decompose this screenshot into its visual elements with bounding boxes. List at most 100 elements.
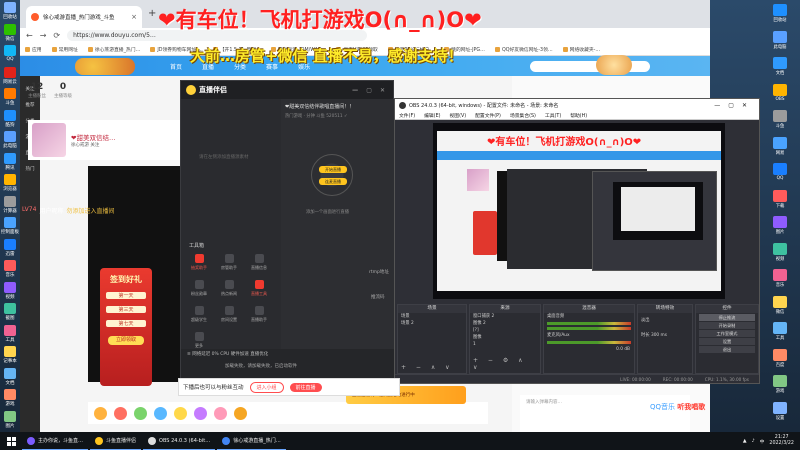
- desktop-icon[interactable]: 设置: [763, 401, 797, 421]
- obs-menu-item[interactable]: 工具(T): [545, 112, 561, 119]
- obs-menu-item[interactable]: 帮助(H): [570, 112, 587, 119]
- desktop-icon[interactable]: 计算器: [0, 195, 20, 218]
- tool-item[interactable]: 直播助手: [249, 306, 269, 328]
- desktop-icon[interactable]: 回收站: [763, 4, 797, 23]
- network-icon[interactable]: ▲: [743, 439, 747, 444]
- obs-menu-item[interactable]: 文件(F): [399, 112, 415, 119]
- source-item[interactable]: 1: [470, 341, 540, 348]
- browser-tab[interactable]: 徐心戒游直播_热门游戏_斗鱼 ×: [26, 6, 142, 28]
- desktop-icon[interactable]: OBS: [763, 83, 797, 102]
- desktop-icon[interactable]: 工具: [0, 324, 20, 347]
- start-live-button[interactable]: 开始直播: [319, 166, 347, 173]
- reload-icon[interactable]: ⟳: [53, 31, 60, 40]
- desktop-icon[interactable]: 视频: [0, 281, 20, 304]
- desktop-icon[interactable]: 控制面板: [0, 217, 20, 239]
- rtmp-label[interactable]: rtmp地址: [369, 269, 389, 275]
- checkin-promo[interactable]: 签到好礼 第一天 第三天 第七天 立即领取: [100, 268, 152, 386]
- desktop-icon[interactable]: 网易: [763, 136, 797, 156]
- new-tab-button[interactable]: +: [148, 8, 156, 19]
- desktop-icon[interactable]: 音乐: [0, 260, 20, 282]
- desktop-icon[interactable]: 游戏: [0, 389, 20, 411]
- forward-icon[interactable]: →: [40, 31, 47, 40]
- desktop-icon[interactable]: 回收站: [0, 2, 20, 24]
- taskbar-item[interactable]: 斗鱼直播伴侣: [90, 432, 142, 450]
- bookmark-item[interactable]: 应用: [25, 46, 42, 53]
- volume-icon[interactable]: ♪: [752, 439, 755, 444]
- scene-item[interactable]: 场景: [398, 313, 466, 320]
- desktop-icon[interactable]: 酷狗: [0, 109, 20, 132]
- desktop-icon[interactable]: 游戏: [763, 375, 797, 394]
- bookmark-item[interactable]: 网络收藏夹-…: [562, 46, 600, 53]
- tool-item[interactable]: 房间设置: [219, 306, 239, 328]
- window-controls[interactable]: — ▢ ✕: [352, 87, 388, 94]
- scene-buttons[interactable]: + − ∧ ∨: [401, 364, 454, 371]
- transition-type-select[interactable]: 淡出: [638, 317, 692, 324]
- obs-preview[interactable]: ❤有车位！飞机打游戏O(∩_∩)O❤: [433, 123, 725, 299]
- tool-item[interactable]: 房管助手: [219, 254, 239, 276]
- link-live-button[interactable]: 连麦直播: [319, 178, 347, 185]
- source-buttons[interactable]: + − ⚙ ∧ ∨: [473, 357, 540, 371]
- desktop-icon[interactable]: 斗鱼: [763, 110, 797, 129]
- go-live-button[interactable]: 前往直播: [289, 382, 322, 392]
- desktop-icon[interactable]: 百度: [763, 348, 797, 368]
- obs-menu-item[interactable]: 场景集合(S): [510, 112, 536, 119]
- tool-item[interactable]: 直播信息: [249, 254, 269, 276]
- site-logo[interactable]: [75, 58, 135, 75]
- taskbar-item[interactable]: 主办你说，斗鱼直…: [22, 432, 89, 450]
- stop-streaming-button[interactable]: 停止推流: [699, 314, 755, 321]
- desktop-icon[interactable]: 音乐: [763, 269, 797, 288]
- exit-button[interactable]: 退出: [699, 346, 755, 353]
- desktop-icon[interactable]: 浏览器: [0, 174, 20, 196]
- desktop-icon[interactable]: 网易云: [0, 66, 20, 89]
- desktop-icon[interactable]: 此电脑: [763, 30, 797, 50]
- site-search-input[interactable]: [530, 60, 651, 72]
- desktop-icon[interactable]: 迅雷: [0, 238, 20, 261]
- gift-icon[interactable]: [174, 406, 187, 420]
- site-sidebar-item[interactable]: 热门: [20, 166, 40, 172]
- tab-close-icon[interactable]: ×: [131, 13, 137, 21]
- desktop-icon[interactable]: 视频: [763, 242, 797, 262]
- desktop-icon[interactable]: 微信: [0, 23, 20, 46]
- site-nav-item[interactable]: 首页: [170, 62, 182, 71]
- gift-icon[interactable]: [114, 406, 127, 420]
- scene-item[interactable]: 场景 2: [398, 320, 466, 327]
- gift-icon[interactable]: [134, 406, 147, 420]
- desktop-icon[interactable]: 文档: [0, 367, 20, 390]
- gift-icon[interactable]: [194, 406, 207, 420]
- tool-item[interactable]: 直播工具: [249, 280, 269, 302]
- streamer-avatar[interactable]: [32, 123, 66, 157]
- transition-duration-input[interactable]: 300 ms: [651, 333, 667, 338]
- source-item[interactable]: 图像 2: [470, 320, 540, 327]
- ime-indicator[interactable]: 中: [760, 438, 765, 445]
- desktop-icon[interactable]: 下载: [763, 189, 797, 209]
- desktop-icon[interactable]: 微信: [763, 295, 797, 315]
- desktop-icon[interactable]: 文档: [763, 57, 797, 76]
- gift-badge-icon[interactable]: [596, 55, 632, 75]
- tool-item[interactable]: 超级学生: [189, 306, 209, 328]
- desktop-icon[interactable]: 腾讯: [0, 152, 20, 175]
- promo-claim-button[interactable]: 立即领取: [108, 336, 144, 345]
- back-icon[interactable]: ←: [26, 31, 33, 40]
- tool-item[interactable]: 粉丝勋章: [189, 280, 209, 302]
- gift-icon[interactable]: [234, 406, 247, 420]
- gift-icon[interactable]: [154, 406, 167, 420]
- gift-icon[interactable]: [94, 406, 107, 420]
- desktop-icon[interactable]: 图片: [763, 216, 797, 235]
- source-item[interactable]: 图像: [470, 334, 540, 341]
- source-item[interactable]: 窗口捕获 2: [470, 313, 540, 320]
- studio-mode-button[interactable]: 工作室模式: [699, 330, 755, 337]
- site-sidebar-item[interactable]: 推荐: [20, 102, 40, 108]
- start-recording-button[interactable]: 开始录制: [699, 322, 755, 329]
- push-code-label[interactable]: 推流码: [371, 294, 385, 300]
- clock[interactable]: 21:27 2022/3/22: [769, 435, 794, 447]
- desktop-icon[interactable]: 图片: [0, 410, 20, 433]
- taskbar-item[interactable]: OBS 24.0.3 (64-bit…: [143, 432, 216, 450]
- desktop-icon[interactable]: QQ: [0, 45, 20, 67]
- bookmark-item[interactable]: 徐心蒸游直播_热门…: [87, 46, 140, 53]
- desktop-icon[interactable]: 斗鱼: [0, 88, 20, 110]
- desktop-icon[interactable]: QQ: [763, 163, 797, 181]
- obs-window-controls[interactable]: —▢✕: [714, 102, 755, 109]
- join-group-button[interactable]: 进入小组: [249, 381, 284, 393]
- desktop-icon[interactable]: 工具: [763, 322, 797, 341]
- tool-item[interactable]: 热点新闻: [219, 280, 239, 302]
